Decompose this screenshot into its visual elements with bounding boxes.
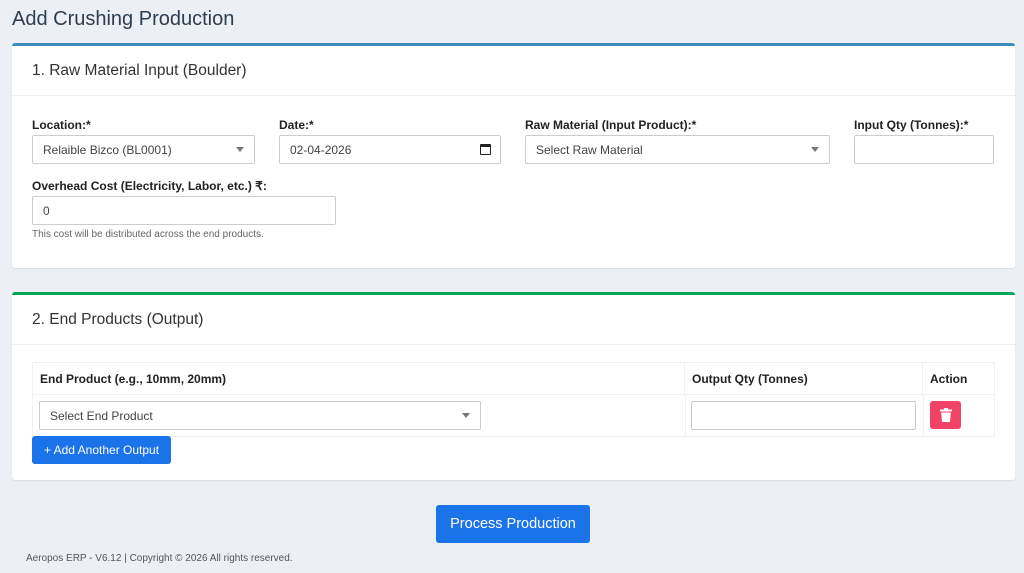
date-label: Date:*: [279, 118, 314, 132]
overhead-cost-label: Overhead Cost (Electricity, Labor, etc.)…: [32, 179, 267, 193]
raw-material-input-panel: 1. Raw Material Input (Boulder) Location…: [12, 43, 1015, 268]
overhead-help-text: This cost will be distributed across the…: [32, 229, 264, 240]
location-select[interactable]: Relaible Bizco (BL0001): [32, 135, 255, 164]
overhead-cost-value: 0: [43, 203, 50, 218]
column-header-output-qty: Output Qty (Tonnes): [685, 363, 923, 395]
section-2-title: 2. End Products (Output): [12, 295, 1015, 345]
location-select-value: Relaible Bizco (BL0001): [43, 142, 172, 157]
overhead-cost-field[interactable]: 0: [32, 196, 336, 225]
end-products-panel: 2. End Products (Output) End Product (e.…: [12, 292, 1015, 480]
delete-row-button[interactable]: [930, 401, 961, 429]
table-divider: [685, 395, 686, 436]
chevron-down-icon: [462, 413, 470, 418]
add-another-output-button[interactable]: + Add Another Output: [32, 436, 171, 464]
input-qty-label: Input Qty (Tonnes):*: [854, 118, 969, 132]
chevron-down-icon: [811, 147, 819, 152]
raw-material-select-value: Select Raw Material: [536, 142, 643, 157]
end-product-select-value: Select End Product: [50, 408, 153, 423]
calendar-icon[interactable]: [480, 144, 491, 155]
table-divider: [923, 395, 924, 436]
raw-material-select[interactable]: Select Raw Material: [525, 135, 830, 164]
input-qty-field[interactable]: [854, 135, 994, 164]
chevron-down-icon: [236, 147, 244, 152]
footer-copyright: Aeropos ERP - V6.12 | Copyright © 2026 A…: [26, 553, 293, 564]
date-input-value: 02-04-2026: [290, 142, 352, 157]
section-1-title: 1. Raw Material Input (Boulder): [12, 46, 1015, 96]
page-title: Add Crushing Production: [12, 8, 235, 30]
end-product-select[interactable]: Select End Product: [39, 401, 481, 430]
process-production-button[interactable]: Process Production: [436, 505, 590, 543]
raw-material-label: Raw Material (Input Product):*: [525, 118, 697, 132]
output-qty-field[interactable]: [691, 401, 916, 430]
column-header-action: Action: [923, 363, 996, 395]
column-header-end-product: End Product (e.g., 10mm, 20mm): [33, 363, 685, 395]
location-label: Location:*: [32, 118, 91, 132]
trash-icon: [939, 408, 952, 422]
date-input[interactable]: 02-04-2026: [279, 135, 501, 164]
